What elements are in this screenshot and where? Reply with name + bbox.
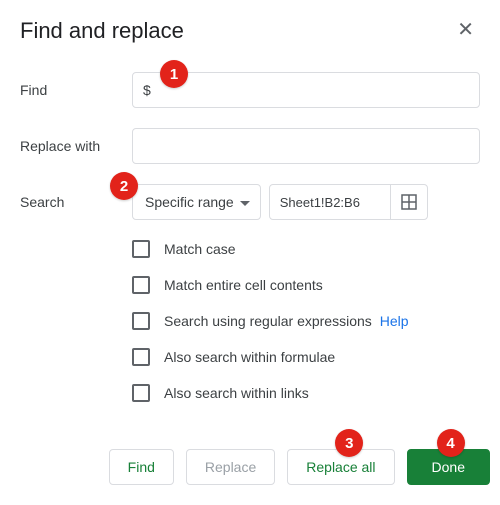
option-row: Match entire cell contents: [132, 276, 480, 294]
option-label: Search using regular expressions: [164, 313, 372, 329]
checkbox[interactable]: [132, 240, 150, 258]
option-row: Also search within formulae: [132, 348, 480, 366]
option-row: Search using regular expressions Help: [132, 312, 480, 330]
option-label: Match entire cell contents: [164, 277, 323, 293]
replace-label: Replace with: [20, 138, 132, 154]
replace-button: Replace: [186, 449, 275, 485]
dialog-title: Find and replace: [20, 18, 184, 44]
find-row: Find 1: [20, 72, 480, 108]
option-label: Also search within links: [164, 385, 309, 401]
checkbox[interactable]: [132, 312, 150, 330]
option-label: Match case: [164, 241, 236, 257]
help-link[interactable]: Help: [380, 313, 409, 329]
search-scope-label: Specific range: [145, 194, 234, 210]
annotation-badge-2: 2: [110, 172, 138, 200]
option-row: Also search within links: [132, 384, 480, 402]
options-group: Match case Match entire cell contents Sear…: [132, 240, 480, 402]
checkbox[interactable]: [132, 276, 150, 294]
button-bar: Find Replace Replace all 3 Done 4: [109, 449, 490, 485]
select-range-icon[interactable]: [390, 185, 427, 219]
option-row: Match case: [132, 240, 480, 258]
annotation-badge-1: 1: [160, 60, 188, 88]
range-input[interactable]: [270, 185, 390, 219]
chevron-down-icon: [240, 194, 250, 210]
search-row: Search Specific range 2: [20, 184, 480, 220]
checkbox[interactable]: [132, 348, 150, 366]
annotation-badge-4: 4: [437, 429, 465, 457]
checkbox[interactable]: [132, 384, 150, 402]
option-label: Also search within formulae: [164, 349, 335, 365]
close-icon[interactable]: ✕: [451, 18, 480, 42]
replace-input[interactable]: [132, 128, 480, 164]
replace-row: Replace with: [20, 128, 480, 164]
find-button[interactable]: Find: [109, 449, 174, 485]
search-scope-dropdown[interactable]: Specific range: [132, 184, 261, 220]
find-label: Find: [20, 82, 132, 98]
